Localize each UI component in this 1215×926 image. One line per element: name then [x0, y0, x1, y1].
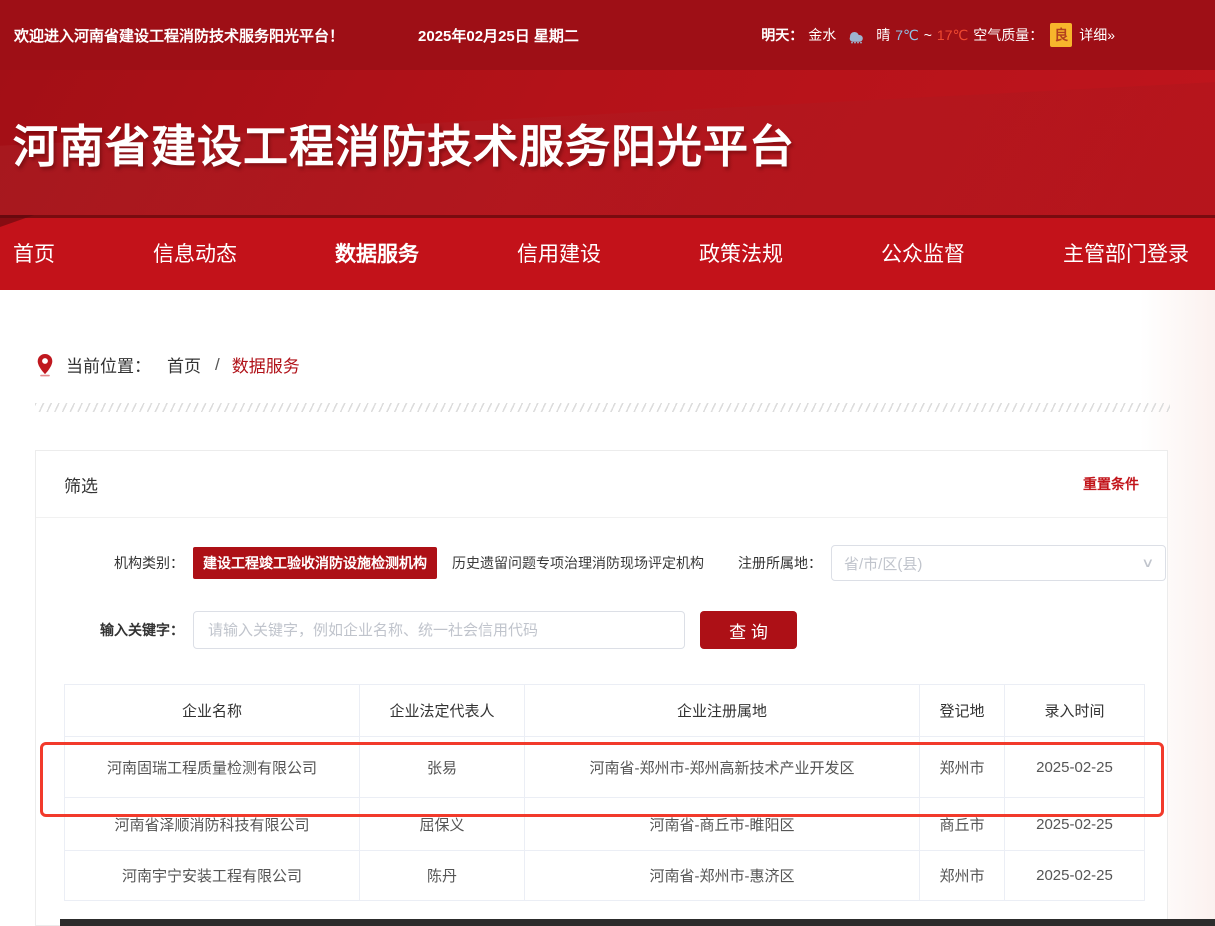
nav-item-public-supervision[interactable]: 公众监督 [881, 238, 965, 268]
table-row[interactable]: 河南省泽顺消防科技有限公司 屈保义 河南省-商丘市-睢阳区 商丘市 2025-0… [65, 798, 1145, 851]
cell-entry-date: 2025-02-25 [1005, 798, 1145, 851]
site-title: 河南省建设工程消防技术服务阳光平台 [13, 110, 795, 175]
cell-company: 河南宇宁安装工程有限公司 [65, 851, 360, 901]
breadcrumb: 当前位置： 首页 / 数据服务 [36, 352, 300, 377]
breadcrumb-separator: / [215, 355, 220, 375]
region-select[interactable]: 省/市/区(县) ∨ [831, 545, 1166, 581]
cell-registry-city: 郑州市 [920, 737, 1005, 798]
cell-registry-city: 商丘市 [920, 798, 1005, 851]
weather-detail-link[interactable]: 详细» [1079, 25, 1115, 45]
cell-registered-location: 河南省-商丘市-睢阳区 [525, 798, 920, 851]
category-filter-row: 机构类别： 建设工程竣工验收消防设施检测机构 历史遗留问题专项治理消防现场评定机… [36, 545, 1167, 581]
weather-district: 金水 [808, 25, 836, 45]
cell-legal-rep: 陈丹 [360, 851, 525, 901]
column-header-entry-date: 录入时间 [1005, 685, 1145, 737]
region-label: 注册所属地： [738, 553, 822, 573]
reset-filters-link[interactable]: 重置条件 [1083, 474, 1139, 494]
cell-entry-date: 2025-02-25 [1005, 851, 1145, 901]
cell-registered-location: 河南省-郑州市-郑州高新技术产业开发区 [525, 737, 920, 798]
location-pin-icon [36, 353, 54, 377]
temp-high: 17℃ [937, 27, 968, 44]
aqi-label: 空气质量： [973, 25, 1043, 45]
keyword-label: 输入关键字： [36, 620, 184, 640]
nav-item-home[interactable]: 首页 [13, 238, 55, 268]
cell-registry-city: 郑州市 [920, 851, 1005, 901]
temp-low: 7℃ [895, 27, 919, 44]
cell-entry-date: 2025-02-25 [1005, 737, 1145, 798]
keyword-filter-row: 输入关键字： 查 询 [36, 611, 1167, 649]
main-content: 当前位置： 首页 / 数据服务 筛选 重置条件 机构类别： 建设工程竣工验收消防… [0, 290, 1215, 926]
nav-item-news[interactable]: 信息动态 [153, 238, 237, 268]
chevron-down-icon: ∨ [1142, 555, 1155, 571]
nav-item-admin-login[interactable]: 主管部门登录 [1063, 238, 1189, 268]
top-bar: 欢迎进入河南省建设工程消防技术服务阳光平台！ 2025年02月25日 星期二 明… [0, 0, 1215, 70]
temp-tilde: ~ [924, 27, 932, 43]
breadcrumb-label: 当前位置： [66, 352, 151, 377]
weather-day-label: 明天： [761, 25, 803, 45]
table-row[interactable]: 河南固瑞工程质量检测有限公司 张易 河南省-郑州市-郑州高新技术产业开发区 郑州… [65, 737, 1145, 798]
welcome-text: 欢迎进入河南省建设工程消防技术服务阳光平台！ [14, 25, 344, 46]
column-header-company: 企业名称 [65, 685, 360, 737]
cloud-rain-icon [844, 27, 868, 44]
filter-panel: 筛选 重置条件 机构类别： 建设工程竣工验收消防设施检测机构 历史遗留问题专项治… [35, 450, 1168, 926]
cell-legal-rep: 屈保义 [360, 798, 525, 851]
nav-item-policy[interactable]: 政策法规 [699, 238, 783, 268]
site-header: 河南省建设工程消防技术服务阳光平台 [0, 70, 1215, 215]
divider-slashes [35, 403, 1170, 412]
breadcrumb-current-link[interactable]: 数据服务 [232, 352, 300, 377]
keyword-input[interactable] [193, 611, 685, 649]
column-header-legal-rep: 企业法定代表人 [360, 685, 525, 737]
nav-item-credit[interactable]: 信用建设 [517, 238, 601, 268]
table-header-row: 企业名称 企业法定代表人 企业注册属地 登记地 录入时间 [65, 685, 1145, 737]
category-label: 机构类别： [36, 553, 184, 573]
nav-item-data-service[interactable]: 数据服务 [335, 238, 419, 268]
date-text: 2025年02月25日 星期二 [418, 25, 579, 46]
weather-widget: 明天： 金水 晴 7℃ ~ 17℃ 空气质量： 良 详细» [761, 23, 1115, 47]
table-row[interactable]: 河南宇宁安装工程有限公司 陈丹 河南省-郑州市-惠济区 郑州市 2025-02-… [65, 851, 1145, 901]
main-nav: 首页 信息动态 数据服务 信用建设 政策法规 公众监督 主管部门登录 [0, 215, 1215, 290]
cell-company: 河南固瑞工程质量检测有限公司 [65, 737, 360, 798]
column-header-registry-city: 登记地 [920, 685, 1005, 737]
weather-condition: 晴 [876, 25, 890, 45]
breadcrumb-home-link[interactable]: 首页 [167, 352, 201, 377]
cell-legal-rep: 张易 [360, 737, 525, 798]
category-option-detection-agency[interactable]: 建设工程竣工验收消防设施检测机构 [193, 547, 437, 579]
filter-panel-title: 筛选 [64, 472, 98, 497]
filter-panel-header: 筛选 重置条件 [36, 451, 1167, 518]
aqi-badge: 良 [1050, 23, 1072, 47]
footer-bar [60, 919, 1215, 926]
results-table: 企业名称 企业法定代表人 企业注册属地 登记地 录入时间 河南固瑞工程质量检测有… [64, 684, 1145, 901]
column-header-registered-location: 企业注册属地 [525, 685, 920, 737]
category-option-assessment-agency[interactable]: 历史遗留问题专项治理消防现场评定机构 [450, 547, 706, 579]
region-select-placeholder: 省/市/区(县) [844, 553, 922, 574]
cell-registered-location: 河南省-郑州市-惠济区 [525, 851, 920, 901]
search-button[interactable]: 查 询 [700, 611, 797, 649]
cell-company: 河南省泽顺消防科技有限公司 [65, 798, 360, 851]
